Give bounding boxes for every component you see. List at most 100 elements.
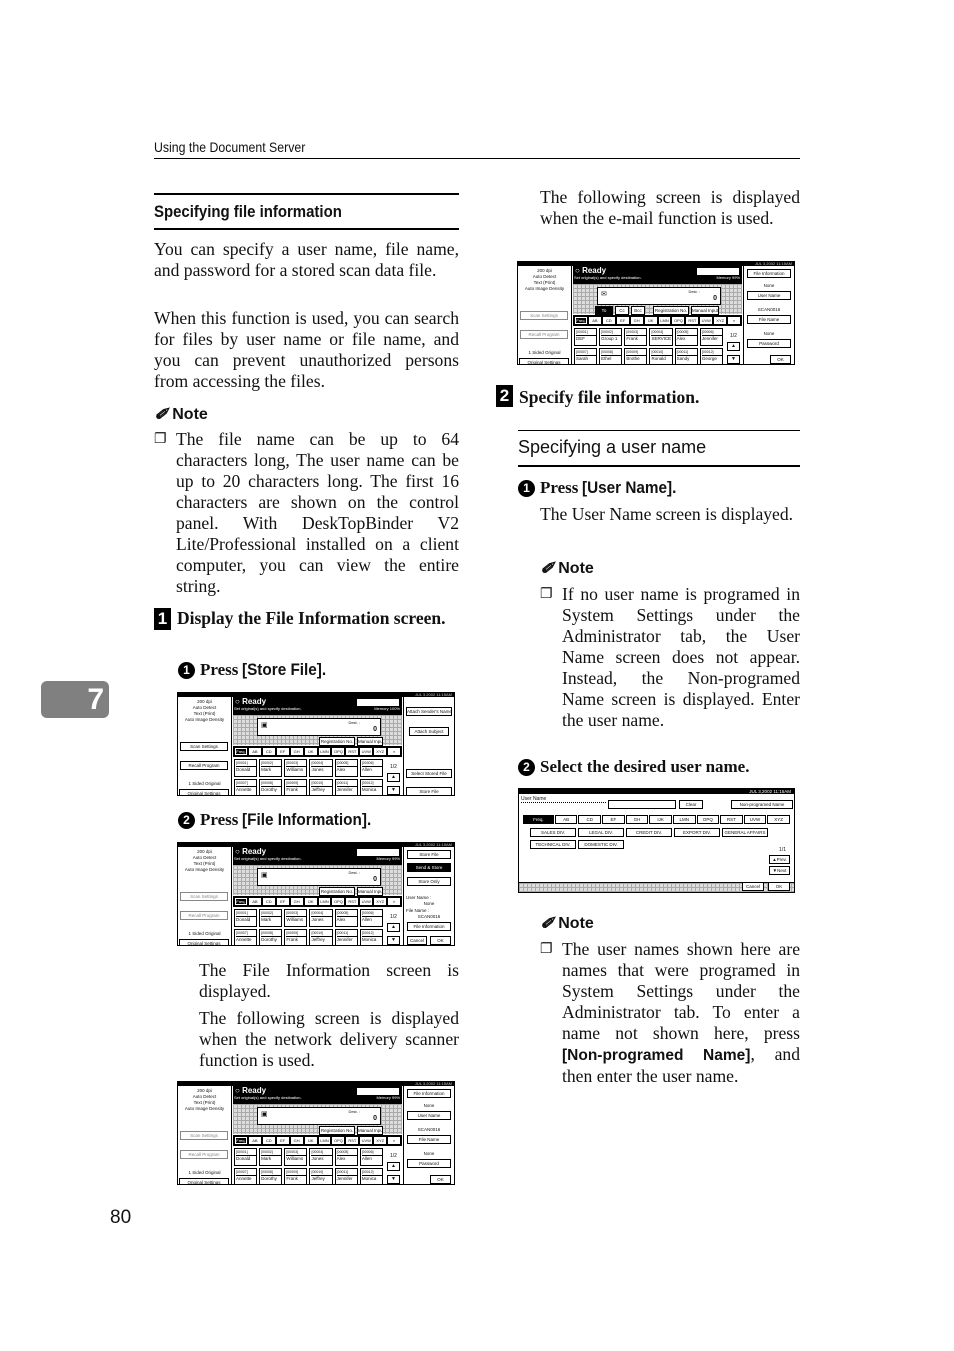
tab-lmn[interactable]: LMN [672,815,696,824]
tab-xyz[interactable]: XYZ [374,898,387,905]
search-icon[interactable]: ⌕ [728,317,741,324]
destination-item[interactable]: [00009] Frank [284,1168,308,1184]
tab-freq[interactable]: Freq. [575,317,587,324]
file-name-button[interactable]: File Name [747,315,791,324]
tab-ab[interactable]: AB [248,1137,261,1144]
clear-button[interactable]: Clear [679,800,703,809]
to-button[interactable]: To [595,306,613,315]
cc-button[interactable]: Cc [615,306,629,315]
cancel-button[interactable]: Cancel [407,936,427,945]
destination-item[interactable]: [00003] Frank [624,328,648,346]
manual-input-button[interactable]: Manual Input [357,1126,383,1135]
destination-item[interactable]: [00011] Sandy [674,348,698,364]
tab-ef[interactable]: EF [616,317,629,324]
destination-item[interactable]: [00005] Alex [334,909,358,927]
destination-item[interactable]: [00001] Donald [234,759,258,777]
user-name-button[interactable]: User Name [407,1111,451,1120]
tab-lmn[interactable]: LMN [658,317,671,324]
registration-no-button[interactable]: Registration No. [319,1126,355,1135]
next-button[interactable]: ▼Next [769,866,790,875]
tab-lmn[interactable]: LMN [318,898,331,905]
tab-ijk[interactable]: IJK [644,317,657,324]
scroll-down-button[interactable]: ▼ [387,786,400,795]
tab-opq[interactable]: OPQ [672,317,685,324]
user-name-input[interactable] [608,800,676,809]
destination-item[interactable]: [00007] Sarah [574,348,598,364]
tab-opq[interactable]: OPQ [332,1137,345,1144]
destination-item[interactable]: [00011] Jennifer [334,929,358,945]
tab-ijk[interactable]: IJK [304,898,317,905]
destination-item[interactable]: [00007] Annette [234,1168,258,1184]
tab-rst[interactable]: RST [346,1137,359,1144]
destination-item[interactable]: [00007] Annette [234,929,258,945]
scroll-up-button[interactable]: ▲ [727,342,740,351]
tab-lmn[interactable]: LMN [318,1137,331,1144]
tab-gh[interactable]: GH [630,317,643,324]
tab-uvw[interactable]: UVW [743,815,767,824]
manual-input-button[interactable]: Manual Input [691,306,719,315]
ok-button[interactable]: OK [768,882,790,891]
ok-button[interactable]: OK [770,355,791,364]
tab-cd[interactable]: CD [262,748,275,755]
destination-item[interactable]: [00012] Monica [359,929,383,945]
registration-no-button[interactable]: Registration No. [319,737,355,746]
store-only-button[interactable]: Store Only [407,877,451,886]
tab-xyz[interactable]: XYZ [767,815,790,824]
bcc-button[interactable]: Bcc [631,306,645,315]
tab-xyz[interactable]: XYZ [374,748,387,755]
user-name-button[interactable]: User Name [747,291,791,300]
cancel-button[interactable]: Cancel [742,882,764,891]
recall-program-button[interactable]: Recall Program [180,761,228,770]
destination-item[interactable]: [00005] Alex [334,759,358,777]
user-name-item[interactable]: GENERAL AFFAIRS [722,828,768,837]
destination-item[interactable]: [00003] Williams [284,909,308,927]
tab-uvw[interactable]: UVW [360,748,373,755]
user-name-item[interactable]: LEGAL DIV. [578,828,624,837]
user-name-item[interactable]: DOMESTIC DIV. [578,840,624,849]
manual-input-button[interactable]: Manual Input [357,737,383,746]
destination-item[interactable]: [00004] Jones [309,759,333,777]
tab-cd[interactable]: CD [602,317,615,324]
password-button[interactable]: Password [407,1159,451,1168]
scanned-files-status-button[interactable]: Scanned Files Status [696,267,740,276]
tab-ijk[interactable]: IJK [304,1137,317,1144]
destination-item[interactable]: [00001] Donald [234,1148,258,1166]
scroll-down-button[interactable]: ▼ [387,1175,400,1184]
original-settings-button[interactable]: Original Settings [519,358,569,364]
original-settings-button[interactable]: Original Settings [179,789,229,795]
destination-item[interactable]: [00005] Alex [334,1148,358,1166]
scanned-files-status-button[interactable]: Scanned Files Status [356,698,400,707]
scroll-down-button[interactable]: ▼ [387,936,400,945]
select-stored-file-button[interactable]: Select Stored File [406,769,452,778]
destination-item[interactable]: [00012] George [699,348,723,364]
destination-item[interactable]: [00011] Jennifer [334,1168,358,1184]
store-file-button[interactable]: Store File [406,787,452,795]
tab-cd[interactable]: CD [262,1137,275,1144]
tab-ijk[interactable]: IJK [649,815,672,824]
tab-gh[interactable]: GH [625,815,649,824]
attach-subject-button[interactable]: Attach Subject [409,727,449,736]
tab-freq[interactable]: Freq. [235,1137,247,1144]
destination-item[interactable]: [00002] Mark [259,909,283,927]
original-settings-button[interactable]: Original Settings [179,939,229,945]
tab-gh[interactable]: GH [290,748,303,755]
store-file-button[interactable]: Store File [407,850,451,859]
destination-item[interactable]: [00005] Alex [674,328,698,346]
destination-item[interactable]: [00004] Jones [309,909,333,927]
tab-cd[interactable]: CD [262,898,275,905]
tab-rst[interactable]: RST [346,898,359,905]
tab-uvw[interactable]: UVW [360,1137,373,1144]
tab-xyz[interactable]: XYZ [374,1137,387,1144]
file-information-button[interactable]: File Information [407,922,451,931]
original-settings-button[interactable]: Original Settings [179,1178,229,1184]
tab-ab[interactable]: AB [248,898,261,905]
destination-item[interactable]: [00006] Allen [359,1148,383,1166]
destination-item[interactable]: [00012] Monica [359,1168,383,1184]
tab-ef[interactable]: EF [276,1137,289,1144]
destination-item[interactable]: [00006] Jennifer [699,328,723,346]
destination-item[interactable]: [00003] Williams [284,1148,308,1166]
tab-gh[interactable]: GH [290,898,303,905]
tab-ijk[interactable]: IJK [304,748,317,755]
destination-item[interactable]: [00009] Brothe [624,348,648,364]
registration-no-button[interactable]: Registration No. [319,887,355,896]
